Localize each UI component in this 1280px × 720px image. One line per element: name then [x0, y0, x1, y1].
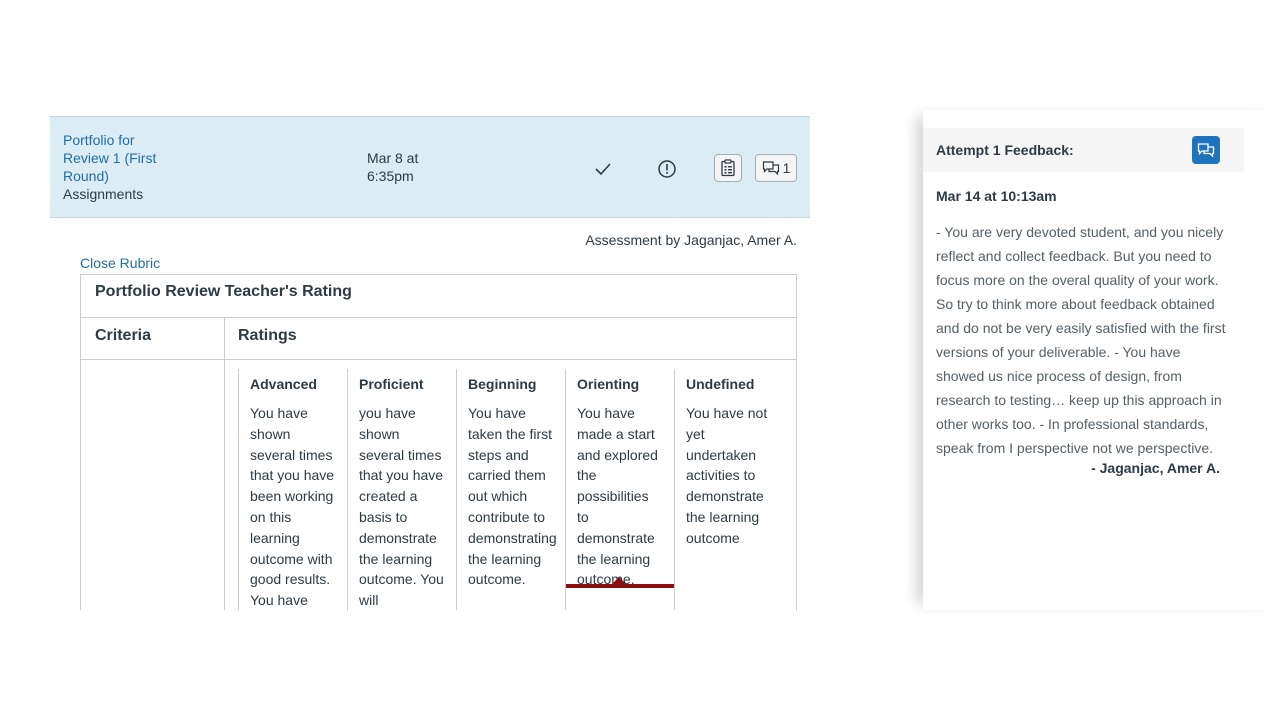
assessment-by: Assessment by Jaganjac, Amer A.: [585, 232, 797, 248]
rating-orienting[interactable]: Orienting You have made a start and expl…: [565, 369, 674, 610]
feedback-title: Attempt 1 Feedback:: [936, 142, 1074, 158]
rubric-title: Portfolio Review Teacher's Rating: [81, 275, 796, 318]
rating-description: You have shown several times that you ha…: [250, 405, 335, 609]
exclamation-circle-icon[interactable]: [657, 159, 677, 179]
criteria-header: Criteria: [95, 327, 152, 344]
assignment-row: Portfolio for Review 1 (First Round) Ass…: [50, 116, 810, 218]
rubric-table: Portfolio Review Teacher's Rating Criter…: [80, 274, 797, 610]
assignment-link[interactable]: Portfolio for Review 1 (First Round): [63, 131, 183, 185]
selected-indicator-bar: [566, 584, 674, 588]
rubric-button[interactable]: [714, 154, 742, 182]
feedback-author: - Jaganjac, Amer A.: [1091, 460, 1220, 476]
rating-title: Undefined: [686, 376, 755, 392]
feedback-text: - You are very devoted student, and you …: [936, 224, 1226, 456]
feedback-comments-button[interactable]: [1192, 136, 1220, 164]
rating-description: You have made a start and explored the p…: [577, 405, 658, 588]
feedback-panel: Attempt 1 Feedback: Mar 14 at 10:13am - …: [923, 110, 1280, 610]
rating-undefined[interactable]: Undefined You have not yet undertaken ac…: [674, 369, 783, 610]
rating-title: Orienting: [577, 376, 640, 392]
feedback-header: Attempt 1 Feedback:: [923, 128, 1244, 172]
rating-title: Proficient: [359, 376, 424, 392]
rating-beginning[interactable]: Beginning You have taken the first steps…: [456, 369, 565, 610]
comments-button[interactable]: 1: [755, 154, 797, 182]
checkmark-icon: [593, 159, 613, 179]
comment-count: 1: [782, 160, 791, 176]
comments-icon: [762, 161, 779, 176]
ratings-header: Ratings: [238, 327, 297, 344]
rating-description: You have taken the first steps and carri…: [468, 405, 557, 588]
ratings-list: Advanced You have shown several times th…: [238, 369, 783, 610]
column-divider: [224, 360, 225, 610]
column-divider: [224, 318, 225, 359]
feedback-date: Mar 14 at 10:13am: [936, 188, 1057, 204]
rubric-clipboard-icon: [721, 159, 735, 177]
rating-title: Advanced: [250, 376, 317, 392]
rubric-header-row: Criteria Ratings: [81, 318, 796, 360]
assignment-name-cell: Portfolio for Review 1 (First Round) Ass…: [63, 131, 183, 203]
rubric-criterion-row: Advanced You have shown several times th…: [81, 360, 796, 610]
rating-title: Beginning: [468, 376, 537, 392]
rating-description: you have shown several times that you ha…: [359, 405, 444, 609]
rating-advanced[interactable]: Advanced You have shown several times th…: [238, 369, 347, 610]
comments-icon: [1197, 143, 1215, 158]
assignment-date: Mar 8 at 6:35pm: [367, 150, 419, 184]
close-rubric-link[interactable]: Close Rubric: [80, 255, 160, 271]
rating-proficient[interactable]: Proficient you have shown several times …: [347, 369, 456, 610]
rating-description: You have not yet undertaken activities t…: [686, 405, 768, 546]
assignment-type: Assignments: [63, 186, 144, 202]
